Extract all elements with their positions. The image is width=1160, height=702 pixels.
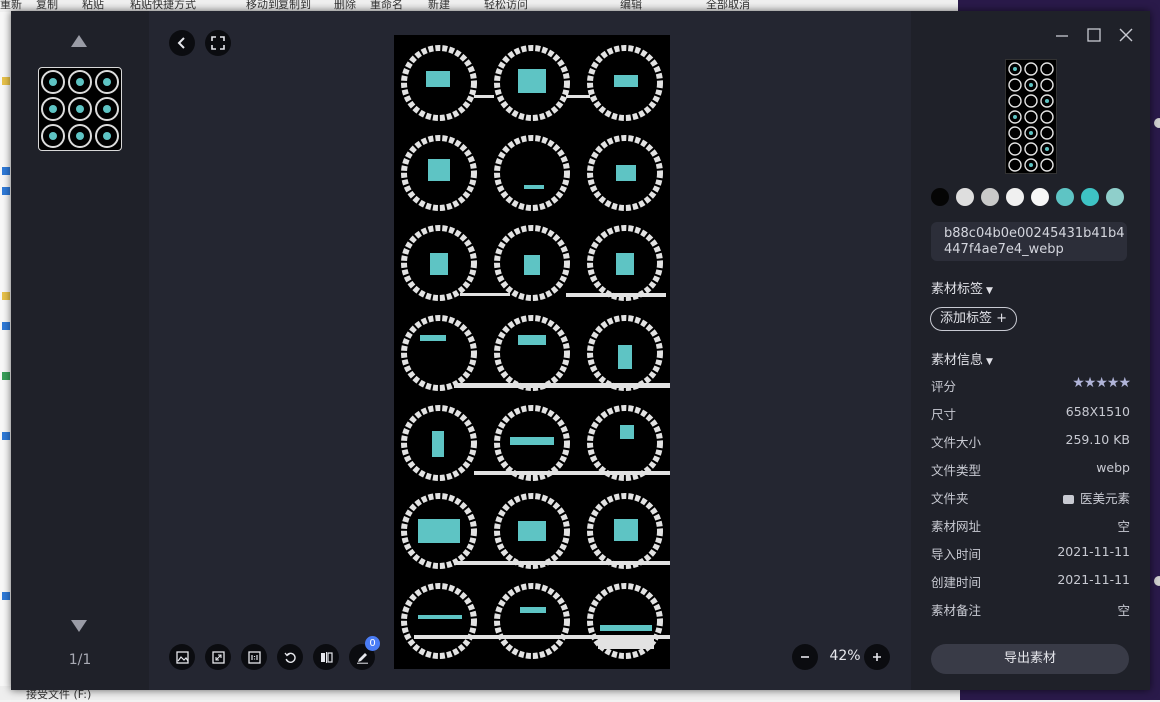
rating-stars[interactable]: ★★★★★ bbox=[1072, 375, 1131, 391]
close-icon bbox=[1119, 28, 1133, 42]
minus-icon bbox=[801, 656, 809, 658]
preview-image bbox=[1008, 62, 1054, 172]
folder-icon bbox=[2, 292, 10, 300]
info-value: 空 bbox=[1117, 603, 1130, 618]
caret-down-icon: ▼ bbox=[986, 357, 993, 367]
original-size-button[interactable] bbox=[241, 644, 267, 670]
thumbnail-item[interactable] bbox=[38, 67, 122, 151]
rotate-icon bbox=[283, 652, 296, 663]
chevron-left-icon bbox=[177, 37, 185, 49]
color-swatch[interactable] bbox=[1006, 188, 1024, 206]
close-button[interactable] bbox=[1116, 25, 1136, 45]
info-row-import-time: 导入时间 2021-11-11 bbox=[931, 544, 1130, 562]
info-value: 658X1510 bbox=[1065, 404, 1130, 419]
info-row-file-size: 文件大小 259.10 KB bbox=[931, 432, 1130, 450]
next-arrow-icon[interactable] bbox=[71, 620, 87, 632]
rotate-button[interactable] bbox=[277, 644, 303, 670]
tags-section-toggle[interactable]: 素材标签 ▼ bbox=[931, 278, 993, 297]
folder-icon bbox=[2, 77, 10, 85]
fullscreen-button[interactable] bbox=[205, 30, 231, 56]
info-key: 创建时间 bbox=[931, 575, 982, 590]
preview-thumbnail bbox=[1005, 59, 1057, 174]
info-key: 文件类型 bbox=[931, 463, 982, 478]
info-key: 导入时间 bbox=[931, 547, 982, 562]
image-viewer-window: 1/1 0 42% b88c04b0e00245431b41b4447f4ae7… bbox=[11, 11, 1150, 690]
minimize-button[interactable] bbox=[1052, 25, 1072, 45]
actual-size-icon bbox=[247, 650, 261, 664]
info-row-note: 素材备注 空 bbox=[931, 600, 1130, 618]
color-swatch[interactable] bbox=[931, 188, 949, 206]
color-swatch[interactable] bbox=[981, 188, 999, 206]
info-row-rating: 评分 ★★★★★ bbox=[931, 375, 1131, 394]
info-key: 素材备注 bbox=[931, 603, 982, 618]
icon-grid-image bbox=[401, 45, 670, 659]
zoom-out-button[interactable] bbox=[792, 644, 818, 670]
info-row-create-time: 创建时间 2021-11-11 bbox=[931, 572, 1130, 590]
info-row-url: 素材网址 空 bbox=[931, 516, 1130, 534]
zoom-level: 42% bbox=[829, 648, 861, 664]
minimize-icon bbox=[1056, 35, 1068, 37]
export-button[interactable]: 导出素材 bbox=[931, 644, 1129, 674]
drive-icon bbox=[2, 592, 10, 600]
image-tool-button[interactable] bbox=[169, 644, 195, 670]
pc-icon bbox=[2, 432, 10, 440]
add-tag-button[interactable]: 添加标签 + bbox=[930, 307, 1018, 331]
info-section-title: 素材信息 bbox=[931, 353, 984, 368]
maximize-button[interactable] bbox=[1084, 25, 1104, 45]
fit-screen-button[interactable] bbox=[205, 644, 231, 670]
image-icon bbox=[175, 650, 189, 664]
info-section-toggle[interactable]: 素材信息 ▼ bbox=[931, 349, 993, 368]
filename-field[interactable]: b88c04b0e00245431b41b4447f4ae7e4_webp bbox=[931, 222, 1127, 261]
page-counter: 1/1 bbox=[68, 652, 92, 668]
info-key: 素材网址 bbox=[931, 519, 982, 534]
annotation-count-badge: 0 bbox=[365, 636, 380, 651]
background-nav-pane bbox=[0, 12, 11, 700]
info-panel: b88c04b0e00245431b41b4447f4ae7e4_webp 素材… bbox=[911, 11, 1150, 690]
pen-icon bbox=[356, 652, 368, 664]
info-row-file-type: 文件类型 webp bbox=[931, 460, 1130, 478]
thumbnail-image bbox=[41, 70, 119, 148]
image-stage: 0 42% bbox=[149, 11, 911, 690]
color-swatch[interactable] bbox=[956, 188, 974, 206]
color-swatch[interactable] bbox=[1056, 188, 1074, 206]
tags-section-title: 素材标签 bbox=[931, 282, 984, 297]
info-key: 评分 bbox=[931, 379, 957, 394]
folder-link[interactable]: 医美元素 bbox=[1062, 488, 1130, 507]
back-button[interactable] bbox=[169, 30, 195, 56]
star-icon bbox=[2, 167, 10, 175]
flip-icon bbox=[320, 651, 333, 663]
info-row-folder: 文件夹 医美元素 bbox=[931, 488, 1130, 506]
info-key: 尺寸 bbox=[931, 407, 957, 422]
flip-button[interactable] bbox=[313, 644, 339, 670]
color-swatch[interactable] bbox=[1106, 188, 1124, 206]
info-value: 医美元素 bbox=[1079, 491, 1130, 506]
plus-icon bbox=[873, 653, 881, 661]
color-swatch[interactable] bbox=[1081, 188, 1099, 206]
main-image[interactable] bbox=[394, 35, 670, 669]
background-dot bbox=[1154, 118, 1160, 128]
background-dot bbox=[1154, 576, 1160, 586]
zoom-in-button[interactable] bbox=[864, 644, 890, 670]
folder-icon bbox=[1062, 495, 1074, 504]
expand-icon bbox=[211, 650, 225, 664]
info-key: 文件夹 bbox=[931, 491, 969, 506]
info-value: 空 bbox=[1117, 519, 1130, 534]
info-value: webp bbox=[1096, 460, 1130, 475]
previous-arrow-icon[interactable] bbox=[71, 35, 87, 47]
info-key: 文件大小 bbox=[931, 435, 982, 450]
info-value: 2021-11-11 bbox=[1057, 572, 1130, 587]
caret-down-icon: ▼ bbox=[986, 286, 993, 296]
folder-icon bbox=[2, 187, 10, 195]
thumbnail-strip: 1/1 bbox=[11, 11, 149, 690]
info-value: 2021-11-11 bbox=[1057, 544, 1130, 559]
drive-icon bbox=[2, 372, 10, 380]
color-swatch[interactable] bbox=[1031, 188, 1049, 206]
network-icon bbox=[2, 322, 10, 330]
info-value: 259.10 KB bbox=[1065, 432, 1130, 447]
info-row-size: 尺寸 658X1510 bbox=[931, 404, 1130, 422]
fullscreen-icon bbox=[211, 36, 225, 50]
maximize-icon bbox=[1087, 28, 1101, 42]
